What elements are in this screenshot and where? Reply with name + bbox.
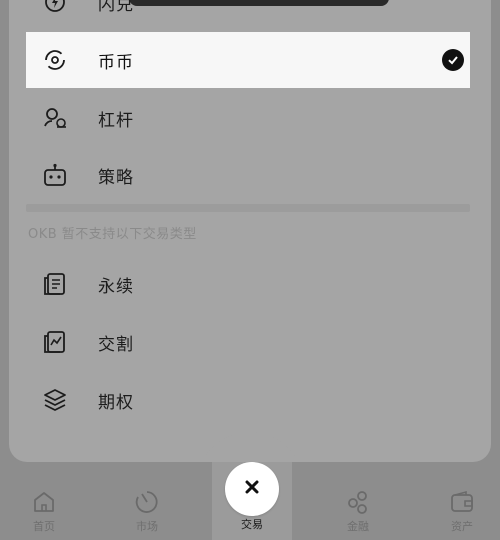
menu-item-futures[interactable]: 交割 <box>26 314 470 370</box>
menu-item-label: 闪兑 <box>98 0 134 15</box>
home-icon <box>30 488 58 516</box>
menu-item-flash-swap[interactable]: 闪兑 <box>26 0 470 30</box>
tab-home[interactable]: 首页 <box>4 462 84 540</box>
flash-icon <box>40 0 70 17</box>
menu-item-strategy[interactable]: 策略 <box>26 147 470 203</box>
tab-finance[interactable]: 金融 <box>318 462 398 540</box>
options-icon <box>40 385 70 415</box>
tab-label: 市场 <box>136 520 158 533</box>
menu-item-margin[interactable]: 杠杆 <box>26 90 470 146</box>
tab-label: 金融 <box>347 520 369 533</box>
spot-icon <box>40 45 70 75</box>
section-divider <box>26 204 470 212</box>
wallet-icon <box>448 488 476 516</box>
unsupported-note: OKB 暂不支持以下交易类型 <box>28 227 197 242</box>
menu-item-label: 永续 <box>98 276 134 297</box>
menu-item-spot[interactable]: 币币 <box>26 32 470 88</box>
check-icon <box>442 49 464 71</box>
tab-label: 交易 <box>241 518 263 531</box>
menu-item-label: 币币 <box>98 52 134 73</box>
tab-label: 资产 <box>451 520 473 533</box>
menu-item-options[interactable]: 期权 <box>26 372 470 428</box>
finance-icon <box>344 488 372 516</box>
close-icon <box>244 479 260 499</box>
margin-icon <box>40 103 70 133</box>
tab-label: 首页 <box>33 520 55 533</box>
perpetual-icon <box>40 269 70 299</box>
menu-item-label: 交割 <box>98 334 134 355</box>
menu-item-label: 杠杆 <box>98 110 134 131</box>
close-sheet-button[interactable] <box>225 462 279 516</box>
bot-icon <box>40 160 70 190</box>
tab-market[interactable]: 市场 <box>107 462 187 540</box>
market-icon <box>133 488 161 516</box>
menu-item-label: 期权 <box>98 392 134 413</box>
menu-item-perpetual[interactable]: 永续 <box>26 256 470 312</box>
screen: 闪兑 币币 杠杆 策略 OKB 暂不支持以下交易类型 永续 交割 期权 首页 市… <box>0 0 500 540</box>
menu-item-label: 策略 <box>98 167 134 188</box>
futures-icon <box>40 327 70 357</box>
tab-assets[interactable]: 资产 <box>422 462 500 540</box>
